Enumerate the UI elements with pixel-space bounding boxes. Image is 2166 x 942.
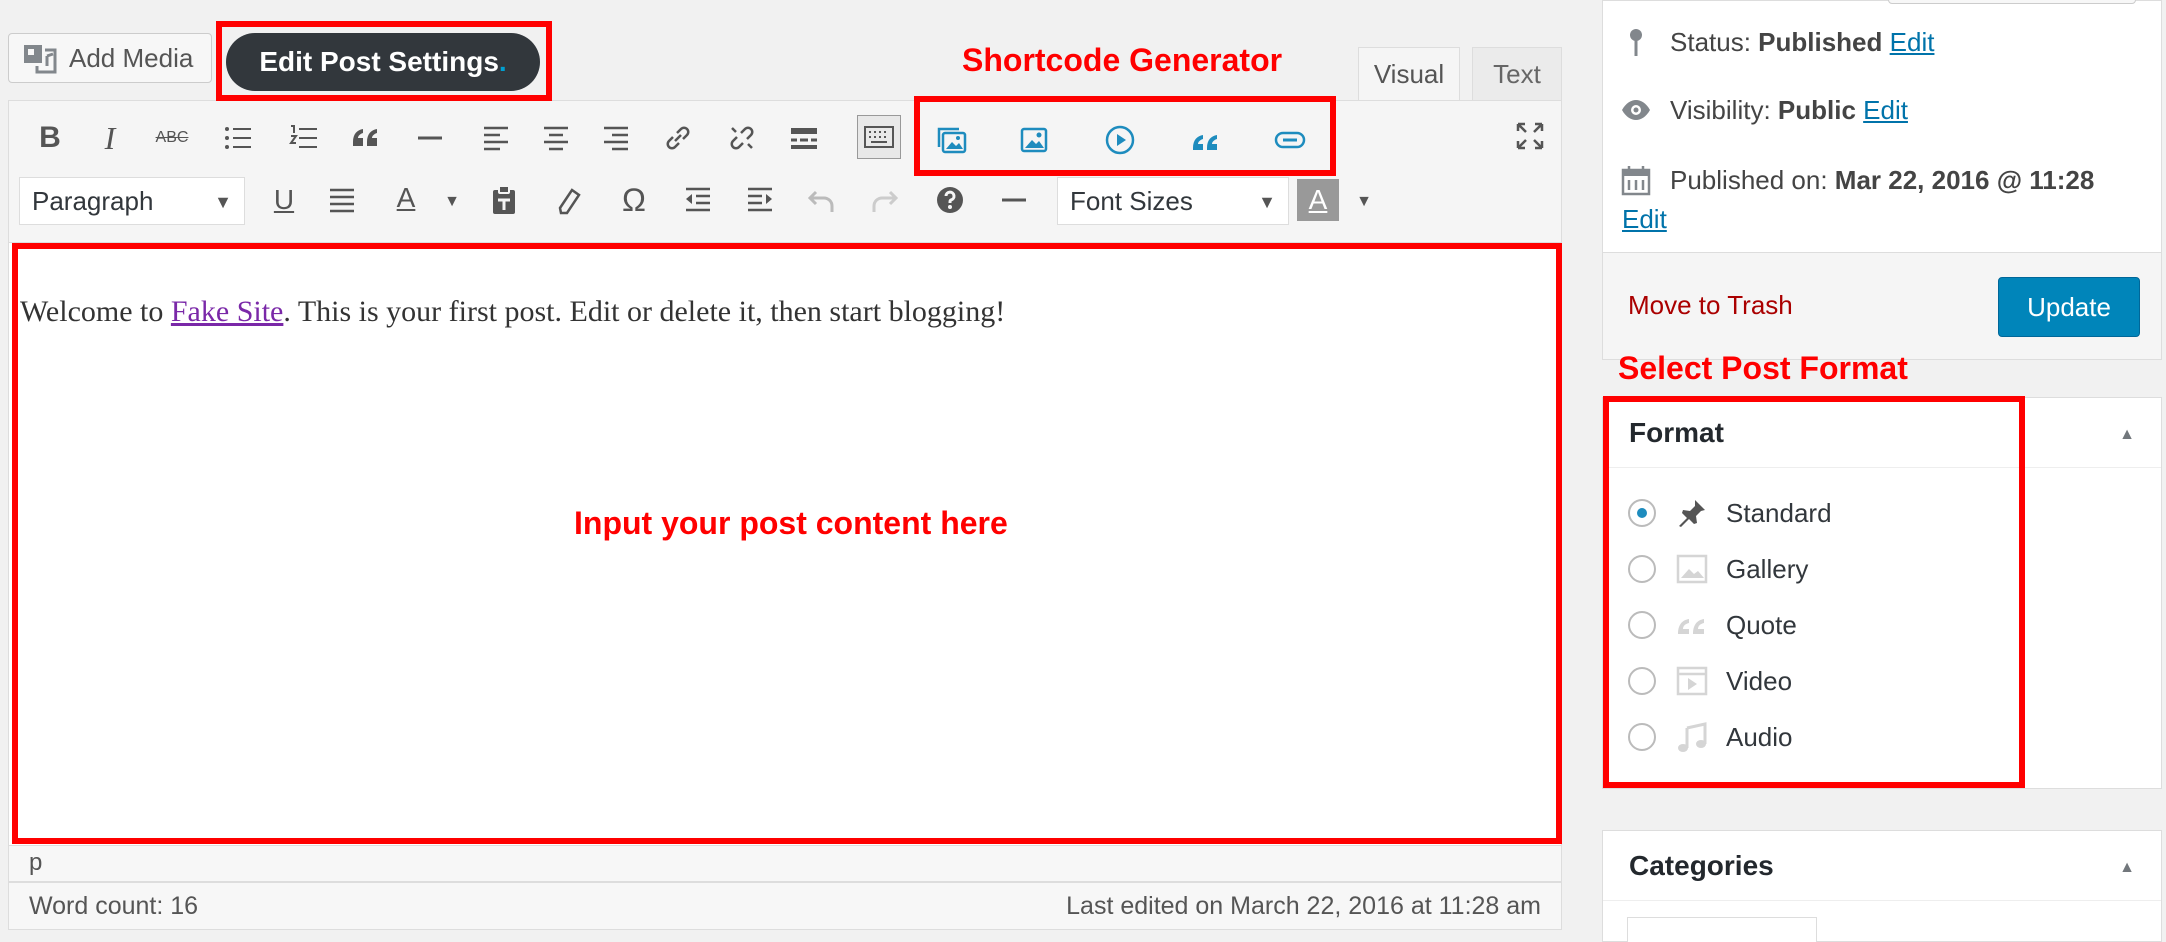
collapse-toggle-icon[interactable]: ▲ xyxy=(2119,426,2135,444)
font-sizes-select[interactable]: Font Sizes ▼ xyxy=(1057,177,1289,225)
annotation-box-post-content xyxy=(12,243,1562,844)
visibility-row: Visibility: Public Edit xyxy=(1620,94,1908,126)
blockquote-icon[interactable] xyxy=(349,121,383,155)
special-character-icon[interactable]: Ω xyxy=(617,182,651,218)
last-edited: Last edited on March 22, 2016 at 11:28 a… xyxy=(1066,891,1541,920)
toolbar-toggle-icon[interactable] xyxy=(857,115,901,159)
update-button[interactable]: Update xyxy=(1998,277,2140,337)
redo-icon[interactable] xyxy=(867,183,901,217)
tab-text[interactable]: Text xyxy=(1472,47,1562,101)
annotation-box-shortcode-generator xyxy=(914,96,1336,176)
annotation-box-edit-post-settings xyxy=(216,21,552,101)
read-more-icon[interactable] xyxy=(787,121,821,155)
paragraph-select-value: Paragraph xyxy=(32,185,154,216)
add-media-label: Add Media xyxy=(69,42,194,73)
horizontal-line-icon[interactable] xyxy=(413,121,447,155)
visibility-edit-link[interactable]: Edit xyxy=(1863,95,1908,125)
eye-icon xyxy=(1622,100,1650,120)
outdent-icon[interactable] xyxy=(681,183,715,217)
collapse-toggle-icon[interactable]: ▲ xyxy=(2119,859,2135,877)
categories-tab[interactable] xyxy=(1627,917,1817,942)
strikethrough-icon[interactable]: ABC xyxy=(155,121,189,155)
tab-visual[interactable]: Visual xyxy=(1358,47,1460,101)
status-edit-link[interactable]: Edit xyxy=(1890,27,1935,57)
word-count: Word count: 16 xyxy=(29,891,199,920)
text-color-icon[interactable]: A xyxy=(389,181,423,215)
published-on-row: Published on: Mar 22, 2016 @ 11:28 xyxy=(1620,164,2094,196)
chevron-down-icon: ▼ xyxy=(1258,192,1276,212)
annotation-box-post-format xyxy=(1603,396,2025,788)
paragraph-select[interactable]: Paragraph ▼ xyxy=(19,177,245,225)
media-icon xyxy=(24,45,57,74)
bullet-list-icon[interactable] xyxy=(221,121,255,155)
calendar-icon xyxy=(1621,166,1651,196)
bold-icon[interactable]: B xyxy=(33,121,67,155)
text-color-dropdown-icon[interactable]: ▼ xyxy=(435,185,469,219)
help-icon[interactable] xyxy=(933,183,967,217)
link-icon[interactable] xyxy=(661,121,695,155)
paste-text-icon[interactable] xyxy=(487,183,521,217)
pin-icon xyxy=(1630,29,1642,56)
clear-formatting-icon[interactable] xyxy=(551,183,585,217)
justify-icon[interactable] xyxy=(325,183,359,217)
minus-icon[interactable] xyxy=(997,183,1031,217)
status-value: Published xyxy=(1758,26,1883,57)
visibility-label: Visibility: xyxy=(1670,94,1778,125)
font-sizes-select-value: Font Sizes xyxy=(1070,185,1193,216)
categories-box-title: Categories xyxy=(1603,831,2161,901)
published-on-edit-link[interactable]: Edit xyxy=(1622,204,1667,235)
align-left-icon[interactable] xyxy=(479,121,513,155)
undo-icon[interactable] xyxy=(805,183,839,217)
italic-icon[interactable]: I xyxy=(93,120,127,156)
underline-icon[interactable]: U xyxy=(267,183,301,217)
background-color-dropdown-icon[interactable]: ▼ xyxy=(1347,185,1381,219)
align-center-icon[interactable] xyxy=(539,121,573,155)
categories-box: Categories ▲ xyxy=(1602,830,2162,942)
background-color-icon[interactable]: A xyxy=(1297,179,1339,221)
align-right-icon[interactable] xyxy=(599,121,633,155)
status-label: Status: xyxy=(1670,26,1759,57)
status-row: Status: Published Edit xyxy=(1620,26,1934,58)
annotation-label-post-content: Input your post content here xyxy=(574,505,1008,541)
annotation-label-post-format: Select Post Format xyxy=(1618,350,1908,386)
add-media-button[interactable]: Add Media xyxy=(8,33,212,83)
element-path[interactable]: p xyxy=(8,846,1562,882)
move-to-trash-link[interactable]: Move to Trash xyxy=(1628,290,1793,321)
fullscreen-icon[interactable] xyxy=(1513,119,1547,153)
indent-icon[interactable] xyxy=(743,183,777,217)
visibility-value: Public xyxy=(1777,94,1856,125)
unlink-icon[interactable] xyxy=(725,121,759,155)
published-on-value: Mar 22, 2016 @ 11:28 xyxy=(1834,164,2095,195)
annotation-label-shortcode-generator: Shortcode Generator xyxy=(962,42,1283,78)
chevron-down-icon: ▼ xyxy=(214,192,232,212)
published-on-label: Published on: xyxy=(1670,164,1835,195)
numbered-list-icon[interactable] xyxy=(287,121,321,155)
preview-button[interactable] xyxy=(1888,0,2136,4)
editor-footer: Word count: 16 Last edited on March 22, … xyxy=(8,882,1562,930)
